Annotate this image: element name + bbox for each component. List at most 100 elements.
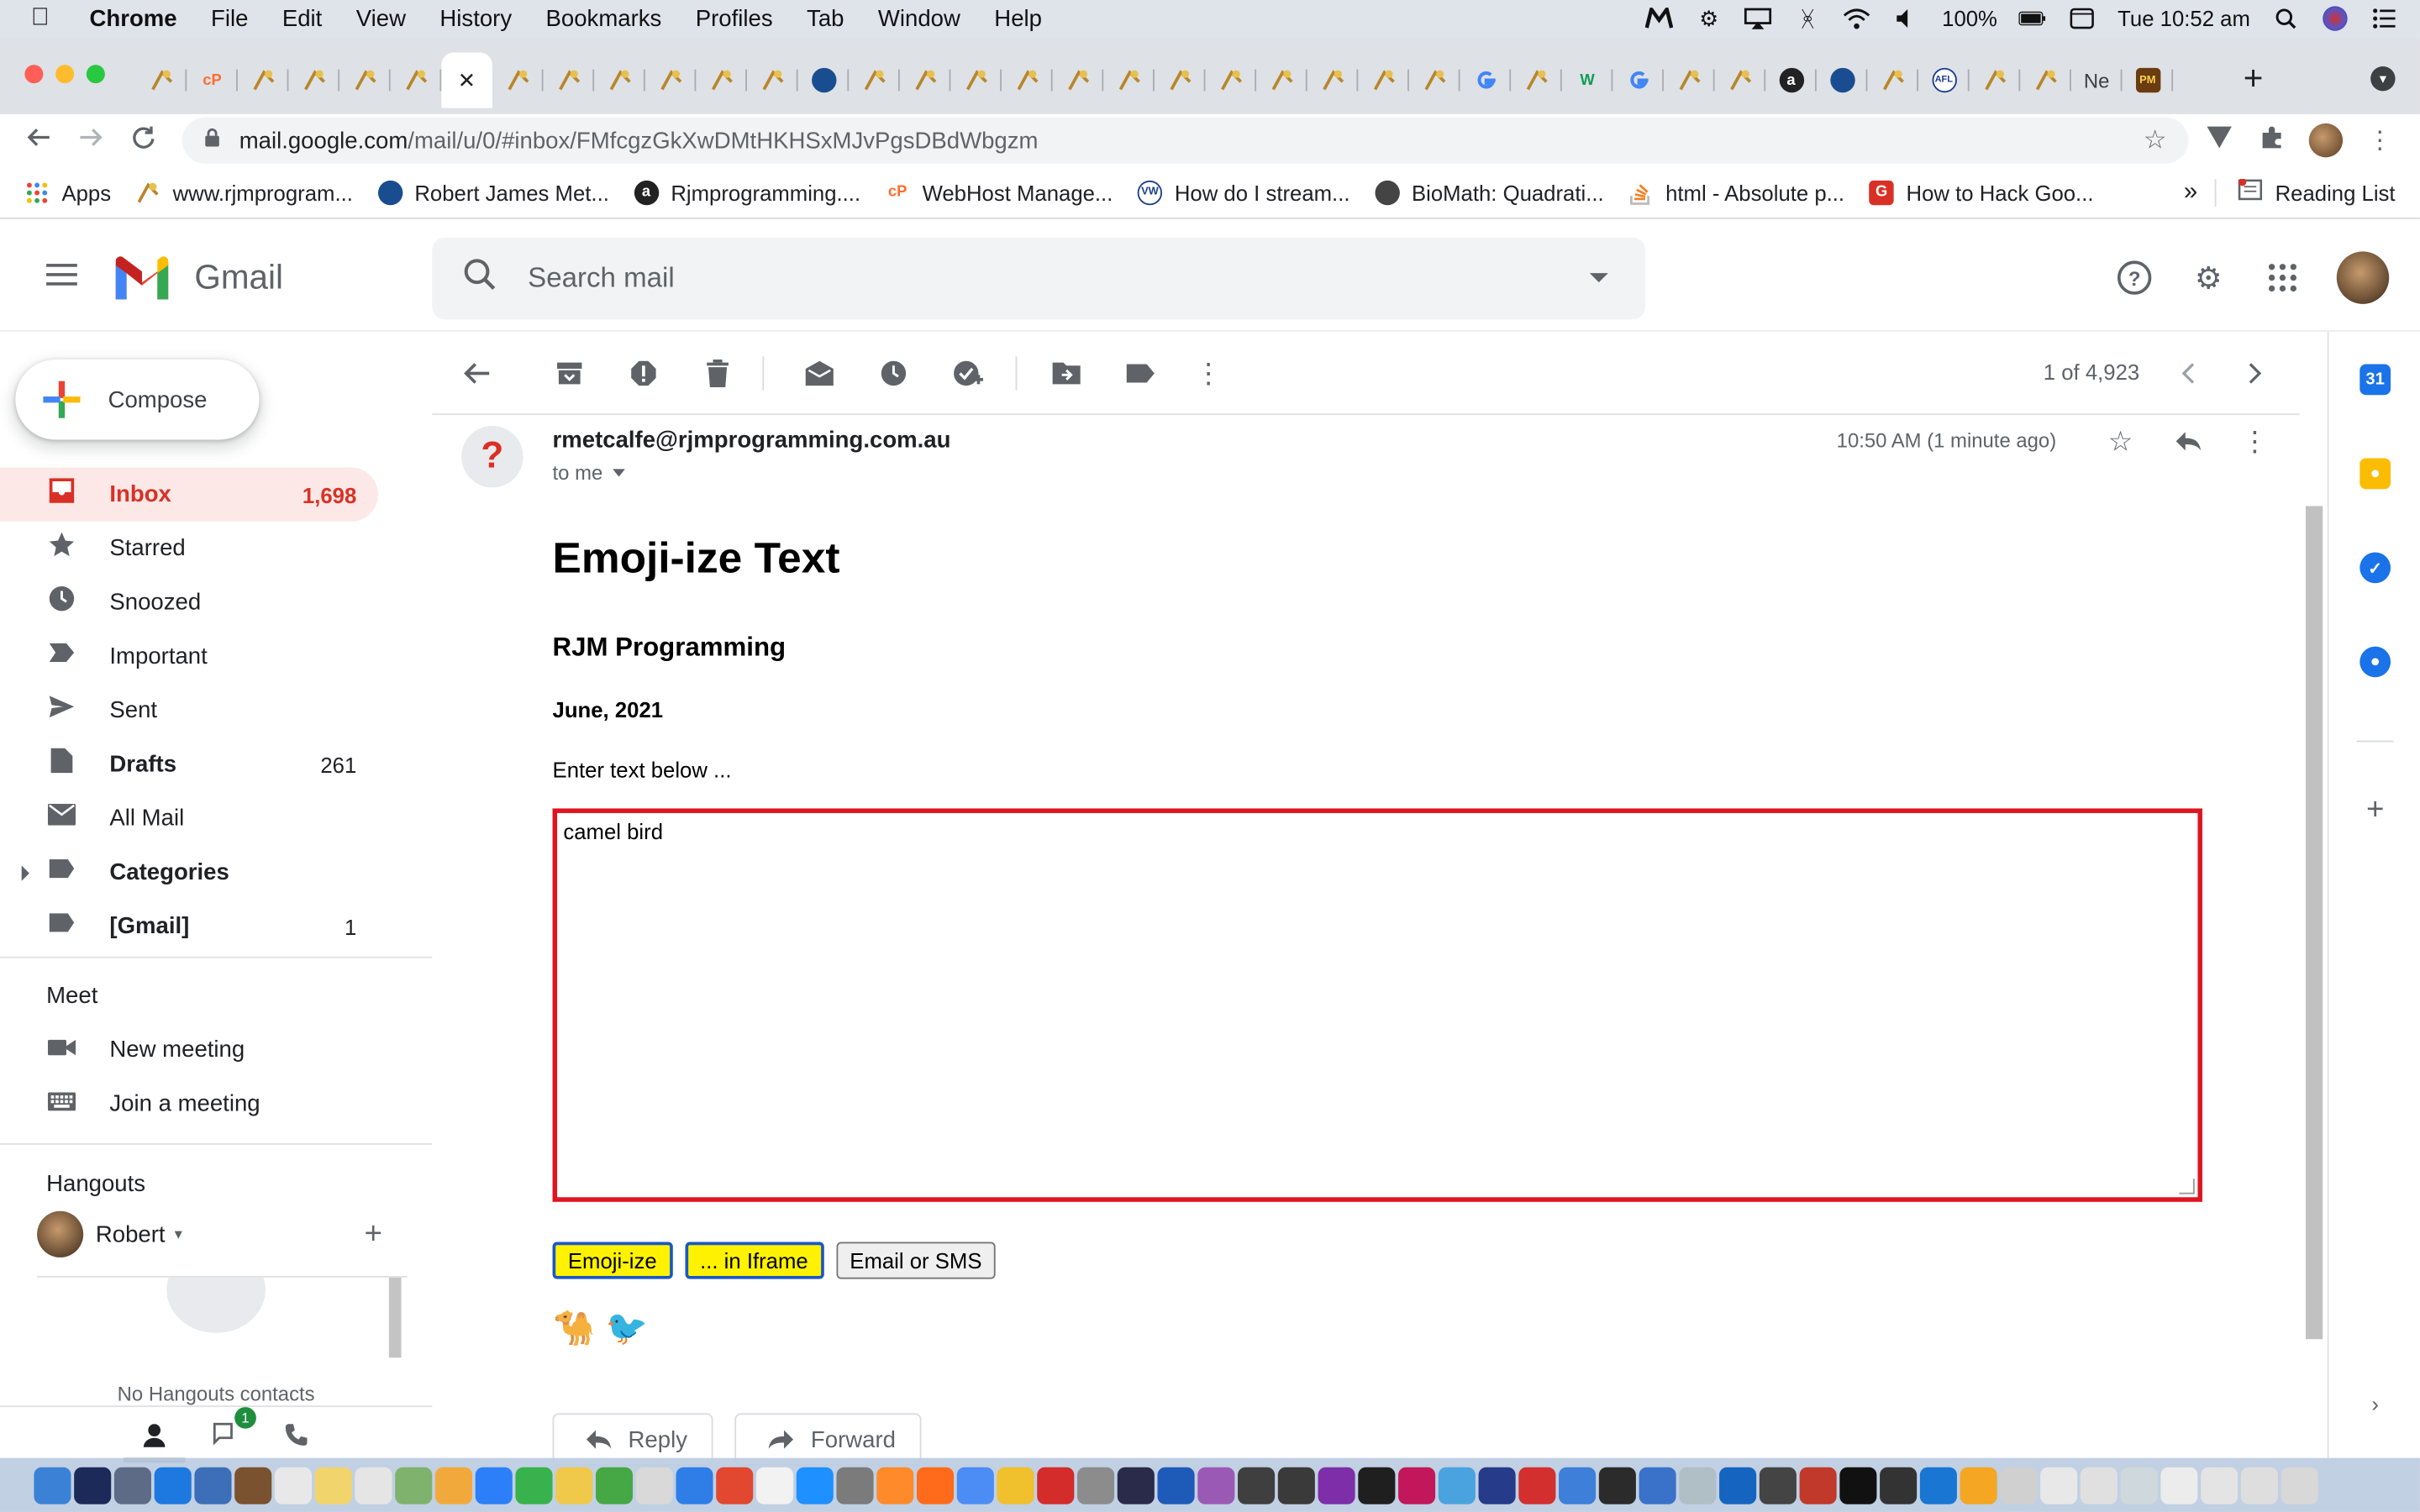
dock-app-icon[interactable] [2201, 1466, 2238, 1504]
browser-tab[interactable] [696, 59, 747, 102]
new-meeting-button[interactable]: New meeting [0, 1023, 245, 1077]
dock-app-icon[interactable] [1559, 1466, 1597, 1504]
browser-tab[interactable]: W [1562, 59, 1613, 102]
profile-avatar[interactable] [2308, 123, 2344, 158]
dock-app-icon[interactable] [635, 1466, 673, 1504]
battery-icon[interactable] [2018, 6, 2047, 30]
snooze-clock-icon[interactable] [876, 356, 910, 390]
join-meeting-button[interactable]: Join a meeting [0, 1077, 260, 1131]
more-bookmarks-button[interactable]: » [2184, 178, 2197, 206]
tab-active[interactable]: ✕ [441, 52, 492, 108]
bookmark-item[interactable]: a Rjmprogramming.... [634, 179, 860, 205]
move-to-icon[interactable] [1050, 356, 1083, 390]
dock-app-icon[interactable] [194, 1466, 232, 1504]
dock-app-icon[interactable] [395, 1466, 433, 1504]
dock-app-icon[interactable] [1880, 1466, 1918, 1504]
reload-icon[interactable] [118, 124, 170, 157]
browser-tab[interactable] [1409, 59, 1460, 102]
new-tab-button[interactable]: + [2236, 59, 2270, 99]
malwarebytes-icon[interactable] [1645, 6, 1674, 30]
browser-tab[interactable] [1103, 59, 1155, 102]
browser-tab[interactable]: cP [187, 59, 238, 102]
wifi-icon[interactable] [1844, 6, 1871, 30]
back-arrow-icon[interactable] [13, 124, 65, 157]
keep-icon[interactable]: ● [2360, 458, 2391, 490]
browser-tab[interactable] [1970, 59, 2021, 102]
search-mail-input[interactable]: Search mail [432, 237, 1645, 320]
browser-tab[interactable] [798, 59, 850, 102]
sidebar-item-sent[interactable]: Sent [0, 684, 378, 738]
conversations-icon[interactable]: 1 [210, 1406, 256, 1450]
bookmark-item[interactable]: html - Absolute p... [1628, 180, 1844, 204]
sidebar-item-snoozed[interactable]: Snoozed [0, 575, 378, 629]
browser-tab[interactable]: AFL [1918, 59, 1970, 102]
add-to-tasks-icon[interactable] [950, 356, 984, 390]
menu-history[interactable]: History [439, 5, 512, 31]
dock-app-icon[interactable] [515, 1466, 553, 1504]
dock-app-icon[interactable] [1197, 1466, 1235, 1504]
browser-tab[interactable] [1511, 59, 1562, 102]
dock-app-icon[interactable] [1238, 1466, 1276, 1504]
dock-app-icon[interactable] [434, 1466, 473, 1504]
spotlight-search-icon[interactable] [2272, 6, 2300, 30]
back-to-inbox-icon[interactable] [460, 356, 493, 390]
browser-tab[interactable] [1817, 59, 1868, 102]
dock-app-icon[interactable] [956, 1466, 994, 1504]
delete-trash-icon[interactable] [701, 356, 734, 390]
dock-app-icon[interactable] [1037, 1466, 1075, 1504]
browser-tab[interactable] [1307, 59, 1359, 102]
contacts-icon[interactable]: ● [2360, 646, 2391, 678]
reply-arrow-icon[interactable] [2170, 423, 2207, 459]
search-options-icon[interactable] [1589, 273, 1608, 283]
dock-app-icon[interactable] [154, 1466, 192, 1504]
browser-tab[interactable]: Ne [2071, 59, 2123, 102]
compose-button[interactable]: Compose [15, 359, 260, 440]
dock-app-icon[interactable] [876, 1466, 914, 1504]
dock-app-icon[interactable] [997, 1466, 1034, 1504]
tasks-icon[interactable]: ✓ [2360, 552, 2391, 584]
browser-tab[interactable] [544, 59, 595, 102]
close-window-button[interactable] [24, 65, 44, 84]
resize-grip-icon[interactable] [2179, 1179, 2195, 1194]
forward-arrow-icon[interactable] [65, 124, 117, 157]
browser-tab[interactable] [492, 59, 544, 102]
dock-app-icon[interactable] [1518, 1466, 1556, 1504]
dock-app-icon[interactable] [1438, 1466, 1476, 1504]
status-caret-icon[interactable]: ▾ [175, 1226, 182, 1242]
tab-search-icon[interactable]: ▾ [2370, 66, 2396, 92]
star-message-icon[interactable]: ☆ [2102, 423, 2139, 459]
minimize-window-button[interactable] [55, 65, 75, 84]
dock-app-icon[interactable] [1277, 1466, 1315, 1504]
menu-help[interactable]: Help [994, 5, 1042, 31]
dock-app-icon[interactable] [2160, 1466, 2198, 1504]
bluetooth-icon[interactable]: ᚸ [1794, 6, 1822, 30]
dock-app-icon[interactable] [1679, 1466, 1717, 1504]
close-tab-icon[interactable]: ✕ [458, 67, 476, 93]
puzzle-extensions-icon[interactable] [2256, 125, 2287, 156]
sidebar-item-gmail[interactable]: [Gmail] 1 [0, 900, 378, 953]
gear-badge-icon[interactable]: ⚙ [1695, 5, 1723, 30]
dock-app-icon[interactable] [1960, 1466, 1997, 1504]
lock-icon[interactable] [203, 128, 220, 152]
browser-tab[interactable] [339, 59, 391, 102]
browser-tab[interactable] [1867, 59, 1919, 102]
dock-app-icon[interactable] [113, 1466, 151, 1504]
dock-app-icon[interactable] [836, 1466, 874, 1504]
dock-app-icon[interactable] [1117, 1466, 1155, 1504]
browser-tab[interactable] [645, 59, 697, 102]
bookmark-item[interactable]: G How to Hack Goo... [1869, 179, 2094, 205]
browser-tab[interactable] [238, 59, 289, 102]
dock-app-icon[interactable] [314, 1466, 352, 1504]
dock-app-icon[interactable] [1478, 1466, 1516, 1504]
browser-tab[interactable] [391, 59, 442, 102]
help-icon[interactable]: ? [2114, 258, 2154, 298]
dock-app-icon[interactable] [716, 1466, 754, 1504]
reading-list-button[interactable]: Reading List [2214, 178, 2396, 207]
calendar-icon[interactable]: 31 [2360, 364, 2391, 396]
settings-gear-icon[interactable]: ⚙ [2188, 258, 2228, 298]
menu-tab[interactable]: Tab [807, 5, 844, 31]
bookmark-item[interactable]: BioMath: Quadrati... [1374, 179, 1604, 205]
bookmark-item[interactable]: Robert James Met... [377, 179, 609, 205]
text-input-area[interactable]: camel bird [552, 808, 2202, 1202]
browser-tab[interactable] [1053, 59, 1104, 102]
